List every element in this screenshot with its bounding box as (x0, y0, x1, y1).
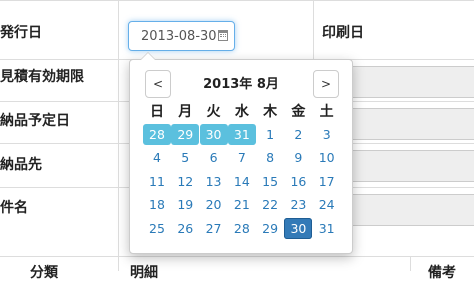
day-cell[interactable]: 28 (228, 218, 256, 239)
weekday-label: 水 (234, 103, 249, 120)
day-cell[interactable]: 7 (228, 147, 256, 168)
day-cell[interactable]: 4 (143, 147, 171, 168)
table-border (410, 256, 411, 271)
weekday-label: 月 (178, 103, 193, 120)
day-cell[interactable]: 5 (171, 147, 199, 168)
day-cell[interactable]: 20 (200, 194, 228, 215)
day-cell[interactable]: 6 (200, 147, 228, 168)
week-row: 28 29 30 31 1 2 3 (143, 123, 341, 148)
label-print-date: 印刷日 (322, 25, 364, 41)
day-cell[interactable]: 19 (171, 194, 199, 215)
quote-expiry-field[interactable] (340, 66, 474, 98)
day-cell-prev-month[interactable]: 28 (143, 123, 171, 145)
day-cell[interactable]: 27 (200, 218, 228, 239)
delivery-to-field[interactable] (340, 150, 474, 182)
table-border (0, 256, 474, 257)
header-note: 備考 (428, 265, 456, 281)
weekday-label: 木 (263, 103, 278, 120)
weekday-header-row: 日 月 火 水 木 金 土 (143, 100, 341, 124)
day-cell[interactable]: 26 (171, 218, 199, 239)
weekday-label: 金 (291, 103, 306, 120)
day-cell[interactable]: 16 (284, 171, 312, 192)
day-cell[interactable]: 14 (228, 171, 256, 192)
weekday-label: 火 (206, 103, 221, 120)
calendar-icon[interactable] (218, 30, 228, 41)
day-cell-prev-month[interactable]: 31 (227, 123, 256, 145)
day-cell[interactable]: 11 (143, 171, 171, 192)
day-cell-prev-month[interactable]: 30 (199, 123, 228, 145)
issue-date-input[interactable]: 2013-08-30 (128, 21, 235, 51)
label-subject: 件名 (0, 200, 28, 216)
day-cell[interactable]: 23 (284, 194, 312, 215)
week-row: 25 26 27 28 29 30 31 (143, 217, 341, 242)
header-detail: 明細 (130, 265, 158, 281)
day-cell[interactable]: 22 (256, 194, 284, 215)
day-cell[interactable]: 18 (143, 194, 171, 215)
weekday-label: 土 (319, 103, 334, 120)
next-month-button[interactable]: > (313, 70, 339, 98)
day-cell-prev-month[interactable]: 29 (171, 123, 200, 145)
table-border (0, 0, 474, 1)
week-row: 4 5 6 7 8 9 10 (143, 147, 341, 171)
header-category: 分類 (30, 265, 58, 281)
weekday-label: 日 (149, 103, 164, 120)
calendar-grid: 日 月 火 水 木 金 土 28 29 30 31 1 2 3 4 5 6 7 … (143, 100, 341, 241)
label-quote-expiry: 見積有効期限 (0, 69, 84, 85)
week-row: 11 12 13 14 15 16 17 (143, 171, 341, 195)
datepicker-popup: < 2013年 8月 > 日 月 火 水 木 金 土 28 29 30 31 1… (129, 52, 353, 254)
subject-field[interactable] (340, 194, 474, 226)
day-cell[interactable]: 8 (256, 147, 284, 168)
day-cell[interactable]: 1 (256, 124, 284, 145)
day-cell[interactable]: 9 (284, 147, 312, 168)
day-cell[interactable]: 29 (256, 218, 284, 239)
week-row: 18 19 20 21 22 23 24 (143, 194, 341, 218)
delivery-date-field[interactable] (340, 108, 474, 140)
day-cell[interactable]: 24 (313, 194, 341, 215)
issue-date-value: 2013-08-30 (141, 29, 217, 44)
day-cell[interactable]: 31 (313, 218, 341, 239)
day-cell[interactable]: 10 (313, 147, 341, 168)
label-issue-date: 発行日 (0, 25, 42, 41)
day-cell[interactable]: 2 (284, 124, 312, 145)
day-cell[interactable]: 13 (200, 171, 228, 192)
table-border (313, 0, 314, 60)
label-delivery-to: 納品先 (0, 157, 42, 173)
label-delivery-date: 納品予定日 (0, 113, 70, 129)
day-cell[interactable]: 25 (143, 218, 171, 239)
day-cell[interactable]: 12 (171, 171, 199, 192)
day-cell[interactable]: 3 (313, 124, 341, 145)
day-cell-selected[interactable]: 30 (284, 217, 313, 239)
table-border (118, 0, 119, 271)
day-cell[interactable]: 17 (313, 171, 341, 192)
day-cell[interactable]: 21 (228, 194, 256, 215)
day-cell[interactable]: 15 (256, 171, 284, 192)
